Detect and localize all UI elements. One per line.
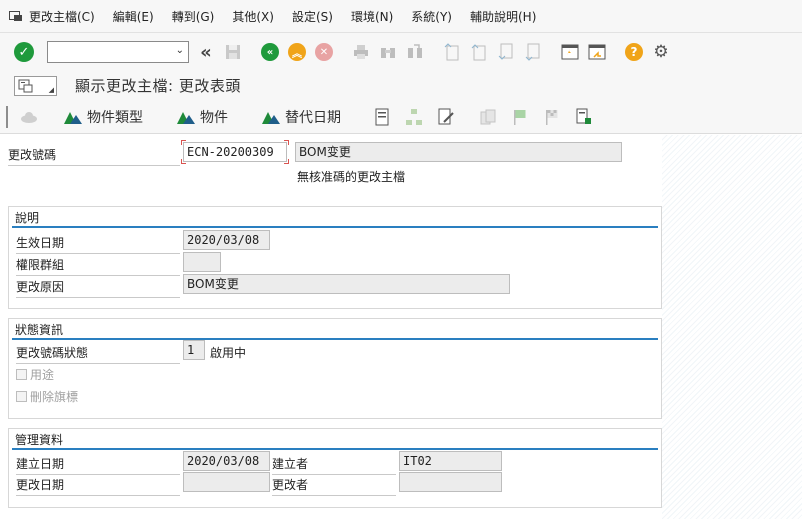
change-number-label: 更改號碼 <box>8 146 180 166</box>
usage-label: 用途 <box>30 368 55 382</box>
menu-edit[interactable]: 編輯(E) <box>113 8 154 25</box>
triangle-icon: ◢ <box>48 85 54 94</box>
document-icon[interactable] <box>373 108 391 126</box>
created-on-field: 2020/03/08 <box>183 451 270 471</box>
screen-menu-icon <box>18 79 33 92</box>
chevron-down-icon[interactable]: ⌄ <box>176 45 184 56</box>
menu-system[interactable]: 系統(Y) <box>411 8 452 25</box>
menu-goto[interactable]: 轉到(G) <box>172 8 215 25</box>
edit-document-icon[interactable] <box>437 108 455 126</box>
created-by-label: 建立者 <box>272 455 396 475</box>
status-text: 啟用中 <box>210 346 247 360</box>
created-on-label: 建立日期 <box>16 455 180 475</box>
back-icon[interactable]: « <box>260 42 280 62</box>
change-description-field: BOM变更 <box>295 142 622 162</box>
checkbox-icon <box>16 369 27 380</box>
save-icon[interactable] <box>223 42 243 62</box>
help-icon[interactable]: ? <box>624 42 644 62</box>
alt-date-button[interactable]: 替代日期 <box>262 107 341 127</box>
menu-change-master[interactable]: 更改主檔(C) <box>29 8 95 25</box>
created-by-field: IT02 <box>399 451 502 471</box>
print-icon[interactable] <box>351 42 371 62</box>
menu-settings[interactable]: 設定(S) <box>292 8 333 25</box>
object-label: 物件 <box>200 109 228 126</box>
application-toolbar: 物件類型 物件 替代日期 <box>0 100 802 134</box>
last-page-icon[interactable] <box>523 42 543 62</box>
status-field: 1 <box>183 340 205 360</box>
auth-group-field <box>183 252 221 272</box>
previous-page-icon[interactable] <box>469 42 489 62</box>
object-type-label: 物件類型 <box>87 109 143 126</box>
exit-icon[interactable]: ︽ <box>287 42 307 62</box>
background-pattern <box>662 135 802 519</box>
cancel-icon[interactable]: ✕ <box>314 42 334 62</box>
changed-by-label: 更改者 <box>272 476 396 496</box>
description-group-title: 說明 <box>15 211 40 225</box>
menu-bar: 更改主檔(C) 編輯(E) 轉到(G) 其他(X) 設定(S) 環境(N) 系統… <box>0 0 802 33</box>
settings-icon[interactable]: ⚙ <box>651 42 671 62</box>
status-label: 更改號碼狀態 <box>16 344 180 364</box>
changed-by-field <box>399 472 502 492</box>
standard-toolbar: ✓ ⌄ « « ︽ ✕ ? ⚙ <box>0 33 802 71</box>
deletion-flag-label: 刪除旗標 <box>30 390 79 404</box>
reason-label: 更改原因 <box>16 278 180 298</box>
find-next-icon[interactable] <box>405 42 425 62</box>
menu-extras[interactable]: 其他(X) <box>232 8 274 25</box>
flag-icon[interactable] <box>511 108 529 126</box>
valid-from-field: 2020/03/08 <box>183 230 270 250</box>
object-button[interactable]: 物件 <box>177 107 228 127</box>
document-lock-icon[interactable] <box>575 108 593 126</box>
auth-group-label: 權限群組 <box>16 256 180 276</box>
mountain-icon <box>262 110 280 124</box>
command-field[interactable]: ⌄ <box>47 41 189 63</box>
mountain-icon <box>177 110 195 124</box>
approval-note: 無核准碼的更改主檔 <box>297 170 406 184</box>
valid-from-label: 生效日期 <box>16 234 180 254</box>
checkbox-icon <box>16 391 27 402</box>
back-double-icon[interactable]: « <box>196 42 216 63</box>
menu-window-icon[interactable] <box>9 10 23 22</box>
page-title: 顯示更改主檔: 更改表頭 <box>75 77 241 95</box>
reason-field: BOM变更 <box>183 274 510 294</box>
mountain-icon <box>64 110 82 124</box>
new-session-icon[interactable] <box>560 42 580 62</box>
object-type-button[interactable]: 物件類型 <box>64 107 143 127</box>
copy-icon[interactable] <box>479 108 497 126</box>
first-page-icon[interactable] <box>442 42 462 62</box>
enter-icon[interactable]: ✓ <box>14 42 34 62</box>
status-group-title: 狀態資訊 <box>15 323 64 337</box>
screen-menu-button[interactable]: ◢ <box>14 75 57 96</box>
checkered-flag-icon[interactable] <box>543 108 561 126</box>
find-icon[interactable] <box>378 42 398 62</box>
status-group: 狀態資訊 <box>8 318 662 419</box>
title-bar: ◢ 顯示更改主檔: 更改表頭 <box>0 71 802 100</box>
cloud-icon[interactable] <box>20 108 38 126</box>
admin-group-title: 管理資料 <box>15 433 64 447</box>
next-page-icon[interactable] <box>496 42 516 62</box>
changed-on-label: 更改日期 <box>16 476 180 496</box>
changed-on-field <box>183 472 270 492</box>
shortcut-icon[interactable] <box>587 42 607 62</box>
alt-date-label: 替代日期 <box>285 109 341 126</box>
hierarchy-icon[interactable] <box>405 108 423 126</box>
deletion-flag-checkbox: 刪除旗標 <box>16 388 78 405</box>
menu-environment[interactable]: 環境(N) <box>351 8 393 25</box>
usage-checkbox: 用途 <box>16 366 54 383</box>
change-number-field[interactable]: ECN-20200309 <box>183 142 287 162</box>
menu-help[interactable]: 輔助說明(H) <box>470 8 536 25</box>
